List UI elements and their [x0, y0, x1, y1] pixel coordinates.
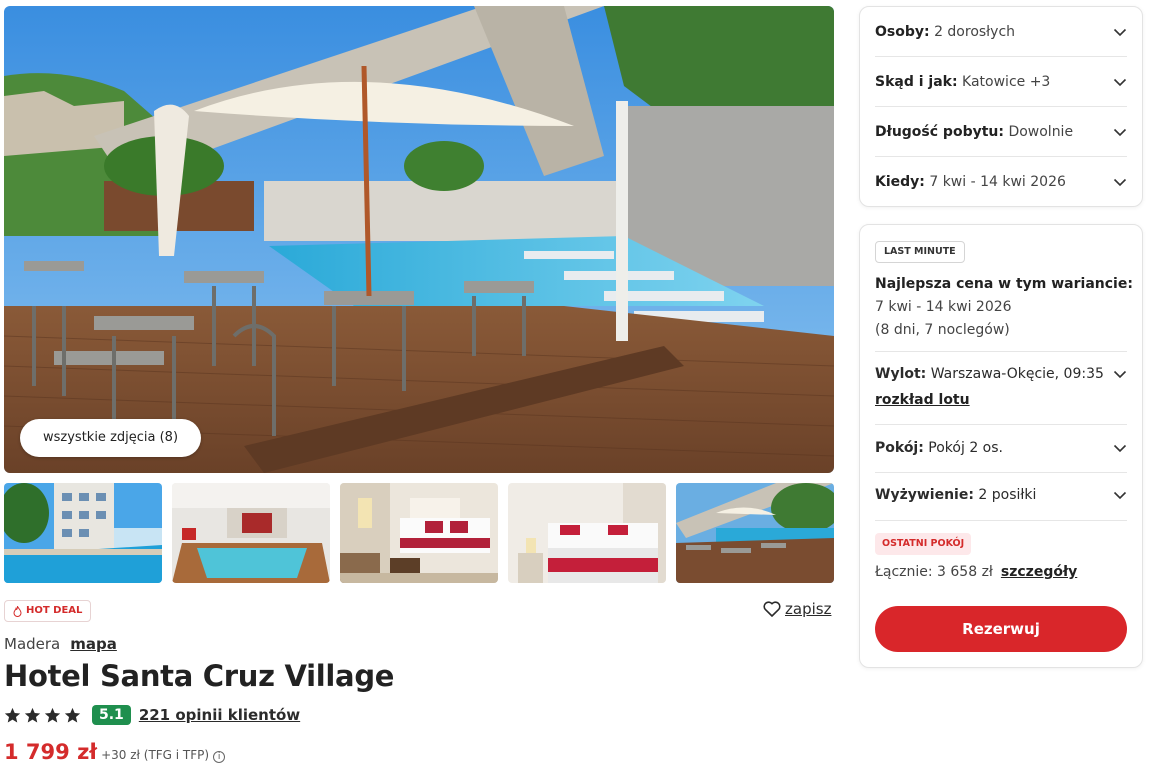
details-link[interactable]: szczegóły: [1001, 564, 1077, 580]
offer-dates: 7 kwi - 14 kwi 2026: [875, 299, 1012, 315]
terrace-pool-photo: [4, 6, 834, 473]
heart-icon: [763, 601, 781, 617]
location: Madera mapa: [4, 635, 117, 653]
filter-persons-label: Osoby:: [875, 23, 930, 40]
thumbnail-bedroom-double[interactable]: [340, 483, 498, 583]
last-room-tag: OSTATNI POKÓJ: [875, 533, 972, 555]
divider: [875, 351, 1127, 352]
filter-departure-label: Skąd i jak:: [875, 73, 958, 90]
search-filters-card: Osoby: 2 dorosłych Skąd i jak: Katowice …: [859, 6, 1143, 207]
hot-deal-badge: HOT DEAL: [4, 600, 92, 622]
star-icon: [44, 707, 61, 722]
star-icon: [24, 707, 41, 722]
price: 1 799 zł: [4, 740, 98, 764]
flight-schedule-link[interactable]: rozkład lotu: [875, 392, 970, 408]
last-minute-tag: LAST MINUTE: [875, 241, 965, 263]
room-value: Pokój 2 os.: [928, 440, 1003, 456]
thumbnail-hotel-pool-exterior[interactable]: [4, 483, 162, 583]
rating-row: 5.1 221 opinii klientów: [4, 705, 300, 725]
price-row: 1 799 zł +30 zł (TFG i TFP) i: [4, 740, 226, 764]
reviews-link[interactable]: 221 opinii klientów: [139, 706, 300, 724]
divider: [875, 424, 1127, 425]
chevron-down-icon: [1113, 491, 1127, 500]
offer-nights: (8 dni, 7 noclegów): [875, 322, 1010, 338]
filter-persons-value: 2 dorosłych: [934, 23, 1016, 40]
map-link[interactable]: mapa: [70, 635, 117, 653]
flight-label: Wylot:: [875, 366, 927, 382]
hotel-stars: [4, 707, 81, 724]
thumbnail-bedroom-twin[interactable]: [508, 483, 666, 583]
chevron-down-icon: [1113, 128, 1127, 136]
filter-duration-label: Długość pobytu:: [875, 123, 1004, 140]
total-price: Łącznie: 3 658 zł szczegóły: [875, 564, 1077, 580]
flight-option[interactable]: Wylot: Warszawa-Okęcie, 09:35: [875, 366, 1127, 382]
board-value: 2 posiłki: [978, 487, 1037, 503]
divider: [875, 520, 1127, 521]
chevron-down-icon: [1113, 370, 1127, 379]
info-icon[interactable]: i: [213, 751, 226, 763]
flame-icon: [13, 605, 22, 617]
board-label: Wyżywienie:: [875, 487, 974, 503]
hotel-name: Hotel Santa Cruz Village: [4, 659, 395, 693]
best-price-info: Najlepsza cena w tym wariancie: 7 kwi - …: [875, 273, 1133, 342]
filter-departure-value: Katowice +3: [962, 73, 1051, 90]
review-score-badge: 5.1: [92, 705, 131, 725]
main-hotel-photo[interactable]: [4, 6, 834, 473]
filter-duration-value: Dowolnie: [1008, 123, 1074, 140]
thumbnail-terrace-pool[interactable]: [676, 483, 834, 583]
chevron-down-icon: [1113, 444, 1127, 453]
save-label: zapisz: [785, 600, 832, 618]
star-icon: [4, 707, 21, 722]
thumbnail-indoor-pool[interactable]: [172, 483, 330, 583]
region-label: Madera: [4, 635, 61, 653]
filter-dates-label: Kiedy:: [875, 174, 925, 190]
room-option[interactable]: Pokój: Pokój 2 os.: [875, 440, 1127, 456]
divider: [875, 472, 1127, 473]
offer-card: LAST MINUTE Najlepsza cena w tym warianc…: [859, 224, 1143, 668]
room-label: Pokój:: [875, 440, 924, 456]
save-button[interactable]: zapisz: [763, 600, 831, 618]
filter-departure[interactable]: Skąd i jak: Katowice +3: [875, 57, 1127, 107]
filter-dates-value: 7 kwi - 14 kwi 2026: [929, 174, 1066, 190]
all-photos-button[interactable]: wszystkie zdjęcia (8): [20, 419, 202, 457]
total-label: Łącznie: 3 658 zł: [875, 564, 993, 580]
price-extra-fees: +30 zł (TFG i TFP): [101, 748, 210, 762]
board-option[interactable]: Wyżywienie: 2 posiłki: [875, 487, 1127, 503]
chevron-down-icon: [1113, 28, 1127, 36]
reserve-button[interactable]: Rezerwuj: [875, 606, 1127, 652]
chevron-down-icon: [1113, 178, 1127, 187]
flight-value: Warszawa-Okęcie, 09:35: [930, 366, 1104, 382]
best-price-title: Najlepsza cena w tym wariancie:: [875, 276, 1133, 292]
star-icon: [64, 707, 81, 722]
filter-duration[interactable]: Długość pobytu: Dowolnie: [875, 107, 1127, 157]
hot-deal-label: HOT DEAL: [26, 605, 83, 616]
chevron-down-icon: [1113, 78, 1127, 86]
filter-persons[interactable]: Osoby: 2 dorosłych: [875, 7, 1127, 57]
filter-dates[interactable]: Kiedy: 7 kwi - 14 kwi 2026: [875, 157, 1127, 207]
